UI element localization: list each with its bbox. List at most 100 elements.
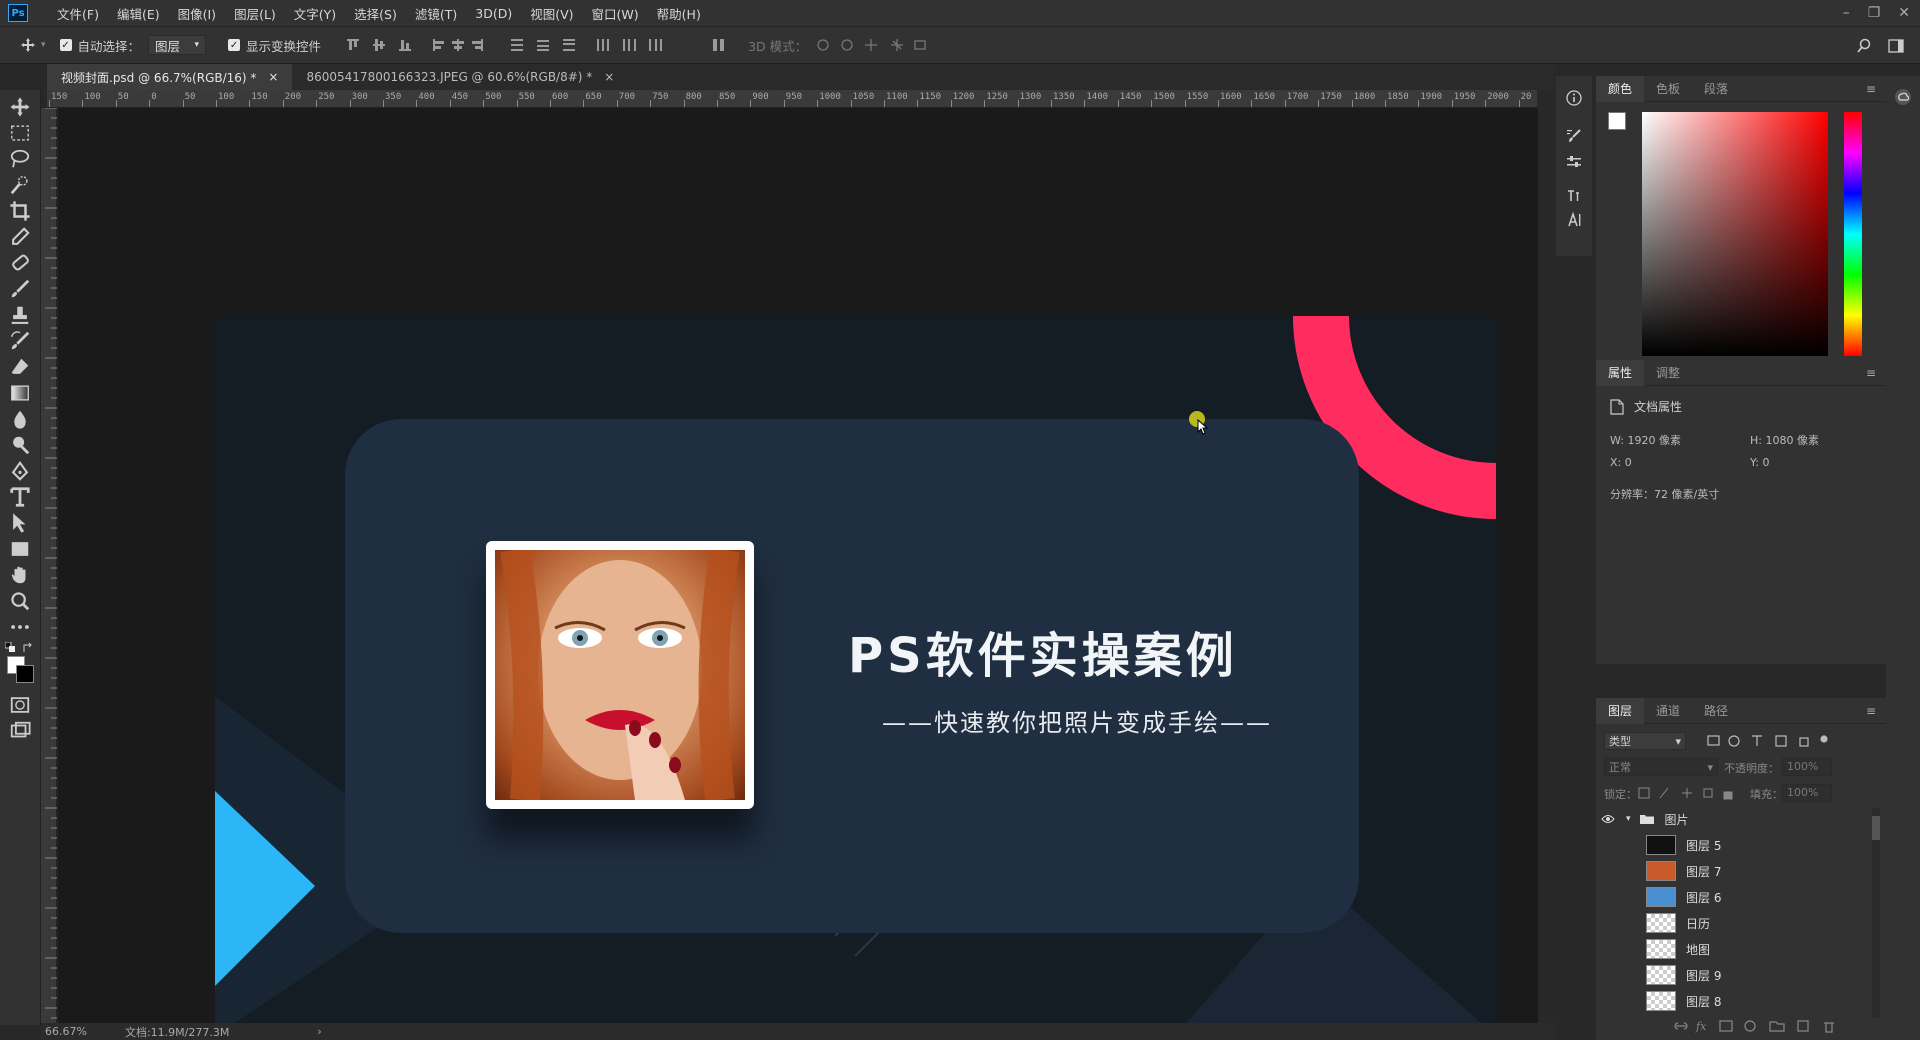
- layers-scrollbar[interactable]: [1872, 808, 1880, 1018]
- menu-select[interactable]: 选择(S): [345, 4, 406, 23]
- info-icon[interactable]: [1566, 90, 1582, 106]
- menu-layer[interactable]: 图层(L): [225, 4, 285, 23]
- character-panel-icon[interactable]: [1566, 188, 1582, 204]
- zoom-level[interactable]: 66.67%: [45, 1025, 87, 1038]
- artboard[interactable]: PS软件实操案例 ——快速教你把照片变成手绘——: [215, 316, 1496, 1036]
- lasso-tool-icon[interactable]: [9, 148, 31, 170]
- layer-row[interactable]: 地图: [1596, 936, 1866, 962]
- move-tool-icon[interactable]: [20, 37, 36, 53]
- tab-swatches[interactable]: 色板: [1644, 76, 1692, 102]
- eyedropper-tool-icon[interactable]: [9, 226, 31, 248]
- eye-icon[interactable]: [1596, 814, 1620, 824]
- chevron-down-icon[interactable]: ▾: [41, 40, 46, 50]
- menu-3d[interactable]: 3D(D): [466, 6, 521, 21]
- type-tool-icon[interactable]: [9, 486, 31, 508]
- blur-tool-icon[interactable]: [9, 408, 31, 430]
- y-field[interactable]: Y: 0: [1750, 456, 1769, 469]
- layer-action-icons[interactable]: fx: [1674, 1018, 1844, 1034]
- status-arrow-icon[interactable]: ›: [317, 1025, 321, 1038]
- close-button[interactable]: ✕: [1898, 5, 1910, 21]
- 3d-mode-icons[interactable]: [815, 37, 935, 53]
- quick-mask-icon[interactable]: [9, 694, 31, 716]
- tab-jpeg-image[interactable]: 860054178001663​23.JPEG @ 60.6%(RGB/8#) …: [292, 64, 628, 90]
- tab-paragraph[interactable]: 段落: [1692, 76, 1740, 102]
- width-field[interactable]: W: 1920 像素: [1610, 432, 1750, 448]
- tab-close-icon[interactable]: ×: [604, 70, 614, 84]
- layer-filter-dropdown[interactable]: 类型 ▾: [1604, 732, 1686, 750]
- chevron-down-icon[interactable]: ▾: [1626, 814, 1631, 824]
- creative-cloud-icon[interactable]: [1894, 88, 1912, 106]
- panel-menu-icon[interactable]: ≡: [1866, 366, 1876, 380]
- hand-tool-icon[interactable]: [9, 564, 31, 586]
- color-field[interactable]: [1642, 112, 1828, 356]
- panel-menu-icon[interactable]: ≡: [1866, 82, 1876, 96]
- default-colors-icon[interactable]: [5, 642, 17, 654]
- panel-menu-icon[interactable]: ≡: [1866, 704, 1876, 718]
- more-tools-icon[interactable]: [9, 616, 31, 638]
- history-brush-tool-icon[interactable]: [9, 330, 31, 352]
- tab-color[interactable]: 颜色: [1596, 75, 1645, 102]
- tab-paths[interactable]: 路径: [1692, 698, 1740, 724]
- x-field[interactable]: X: 0: [1610, 456, 1750, 469]
- align-distribute-icons[interactable]: [347, 37, 687, 53]
- tab-layers[interactable]: 图层: [1596, 697, 1645, 724]
- brush-settings-icon[interactable]: [1566, 128, 1582, 144]
- healing-brush-tool-icon[interactable]: [9, 252, 31, 274]
- tab-close-icon[interactable]: ×: [268, 70, 278, 84]
- auto-select-checkbox[interactable]: ✓: [59, 39, 72, 51]
- menu-view[interactable]: 视图(V): [521, 4, 582, 23]
- layer-group-row[interactable]: ▾ 图片: [1596, 806, 1866, 832]
- search-icon[interactable]: [1856, 38, 1872, 54]
- layer-row[interactable]: 图层 6: [1596, 884, 1866, 910]
- layer-filter-icons[interactable]: [1706, 733, 1836, 749]
- tab-channels[interactable]: 通道: [1644, 698, 1692, 724]
- fill-input[interactable]: 100%: [1782, 784, 1832, 802]
- canvas-workspace[interactable]: PS软件实操案例 ——快速教你把照片变成手绘——: [58, 108, 1538, 1036]
- auto-select-dropdown[interactable]: 图层 ▾: [148, 35, 207, 55]
- swap-colors-icon[interactable]: [22, 642, 34, 654]
- marquee-tool-icon[interactable]: [9, 122, 31, 144]
- layer-row[interactable]: 图层 5: [1596, 832, 1866, 858]
- workspace-icon[interactable]: [1888, 38, 1904, 54]
- menu-filter[interactable]: 滤镜(T): [406, 4, 466, 23]
- restore-button[interactable]: ❐: [1868, 5, 1881, 21]
- dodge-tool-icon[interactable]: [9, 434, 31, 456]
- layer-row[interactable]: 图层 9: [1596, 962, 1866, 988]
- zoom-tool-icon[interactable]: [9, 590, 31, 612]
- vertical-ruler[interactable]: [41, 107, 57, 1023]
- rectangle-tool-icon[interactable]: [9, 538, 31, 560]
- layer-row[interactable]: 图层 8: [1596, 988, 1866, 1014]
- layer-row[interactable]: 日历: [1596, 910, 1866, 936]
- height-field[interactable]: H: 1080 像素: [1750, 432, 1819, 448]
- pen-tool-icon[interactable]: [9, 460, 31, 482]
- brush-tool-icon[interactable]: [9, 278, 31, 300]
- quick-select-tool-icon[interactable]: [9, 174, 31, 196]
- adjustments-icon[interactable]: [1566, 154, 1582, 170]
- horizontal-ruler[interactable]: 150 100 50 0 50 100 150 200 250 300 350 400 450 500 55…: [47, 90, 1537, 108]
- menu-window[interactable]: 窗口(W): [583, 4, 648, 23]
- menu-help[interactable]: 帮助(H): [648, 4, 710, 23]
- menu-file[interactable]: 文件(F): [48, 4, 108, 23]
- distribute-spacing-icon[interactable]: [711, 37, 727, 53]
- opacity-input[interactable]: 100%: [1782, 758, 1832, 776]
- crop-tool-icon[interactable]: [9, 200, 31, 222]
- scrollbar-thumb[interactable]: [1872, 816, 1880, 840]
- gradient-tool-icon[interactable]: [9, 382, 31, 404]
- path-select-tool-icon[interactable]: [9, 512, 31, 534]
- menu-type[interactable]: 文字(Y): [285, 4, 345, 23]
- menu-image[interactable]: 图像(I): [169, 4, 225, 23]
- screen-mode-icon[interactable]: [9, 720, 31, 742]
- eraser-tool-icon[interactable]: [9, 356, 31, 378]
- tab-video-cover-psd[interactable]: 视频封面.psd @ 66.7%(RGB/16) * ×: [47, 64, 293, 90]
- minimize-button[interactable]: –: [1843, 5, 1850, 21]
- stamp-tool-icon[interactable]: [9, 304, 31, 326]
- menu-edit[interactable]: 编辑(E): [108, 4, 169, 23]
- background-color-swatch[interactable]: [16, 665, 34, 683]
- move-tool-icon[interactable]: [9, 96, 31, 118]
- paragraph-panel-icon[interactable]: [1566, 212, 1582, 228]
- lock-icons[interactable]: [1638, 786, 1738, 800]
- blend-mode-dropdown[interactable]: 正常 ▾: [1604, 758, 1718, 776]
- tab-adjustments[interactable]: 调整: [1644, 360, 1692, 386]
- hue-slider[interactable]: [1844, 112, 1862, 356]
- tab-properties[interactable]: 属性: [1596, 359, 1645, 386]
